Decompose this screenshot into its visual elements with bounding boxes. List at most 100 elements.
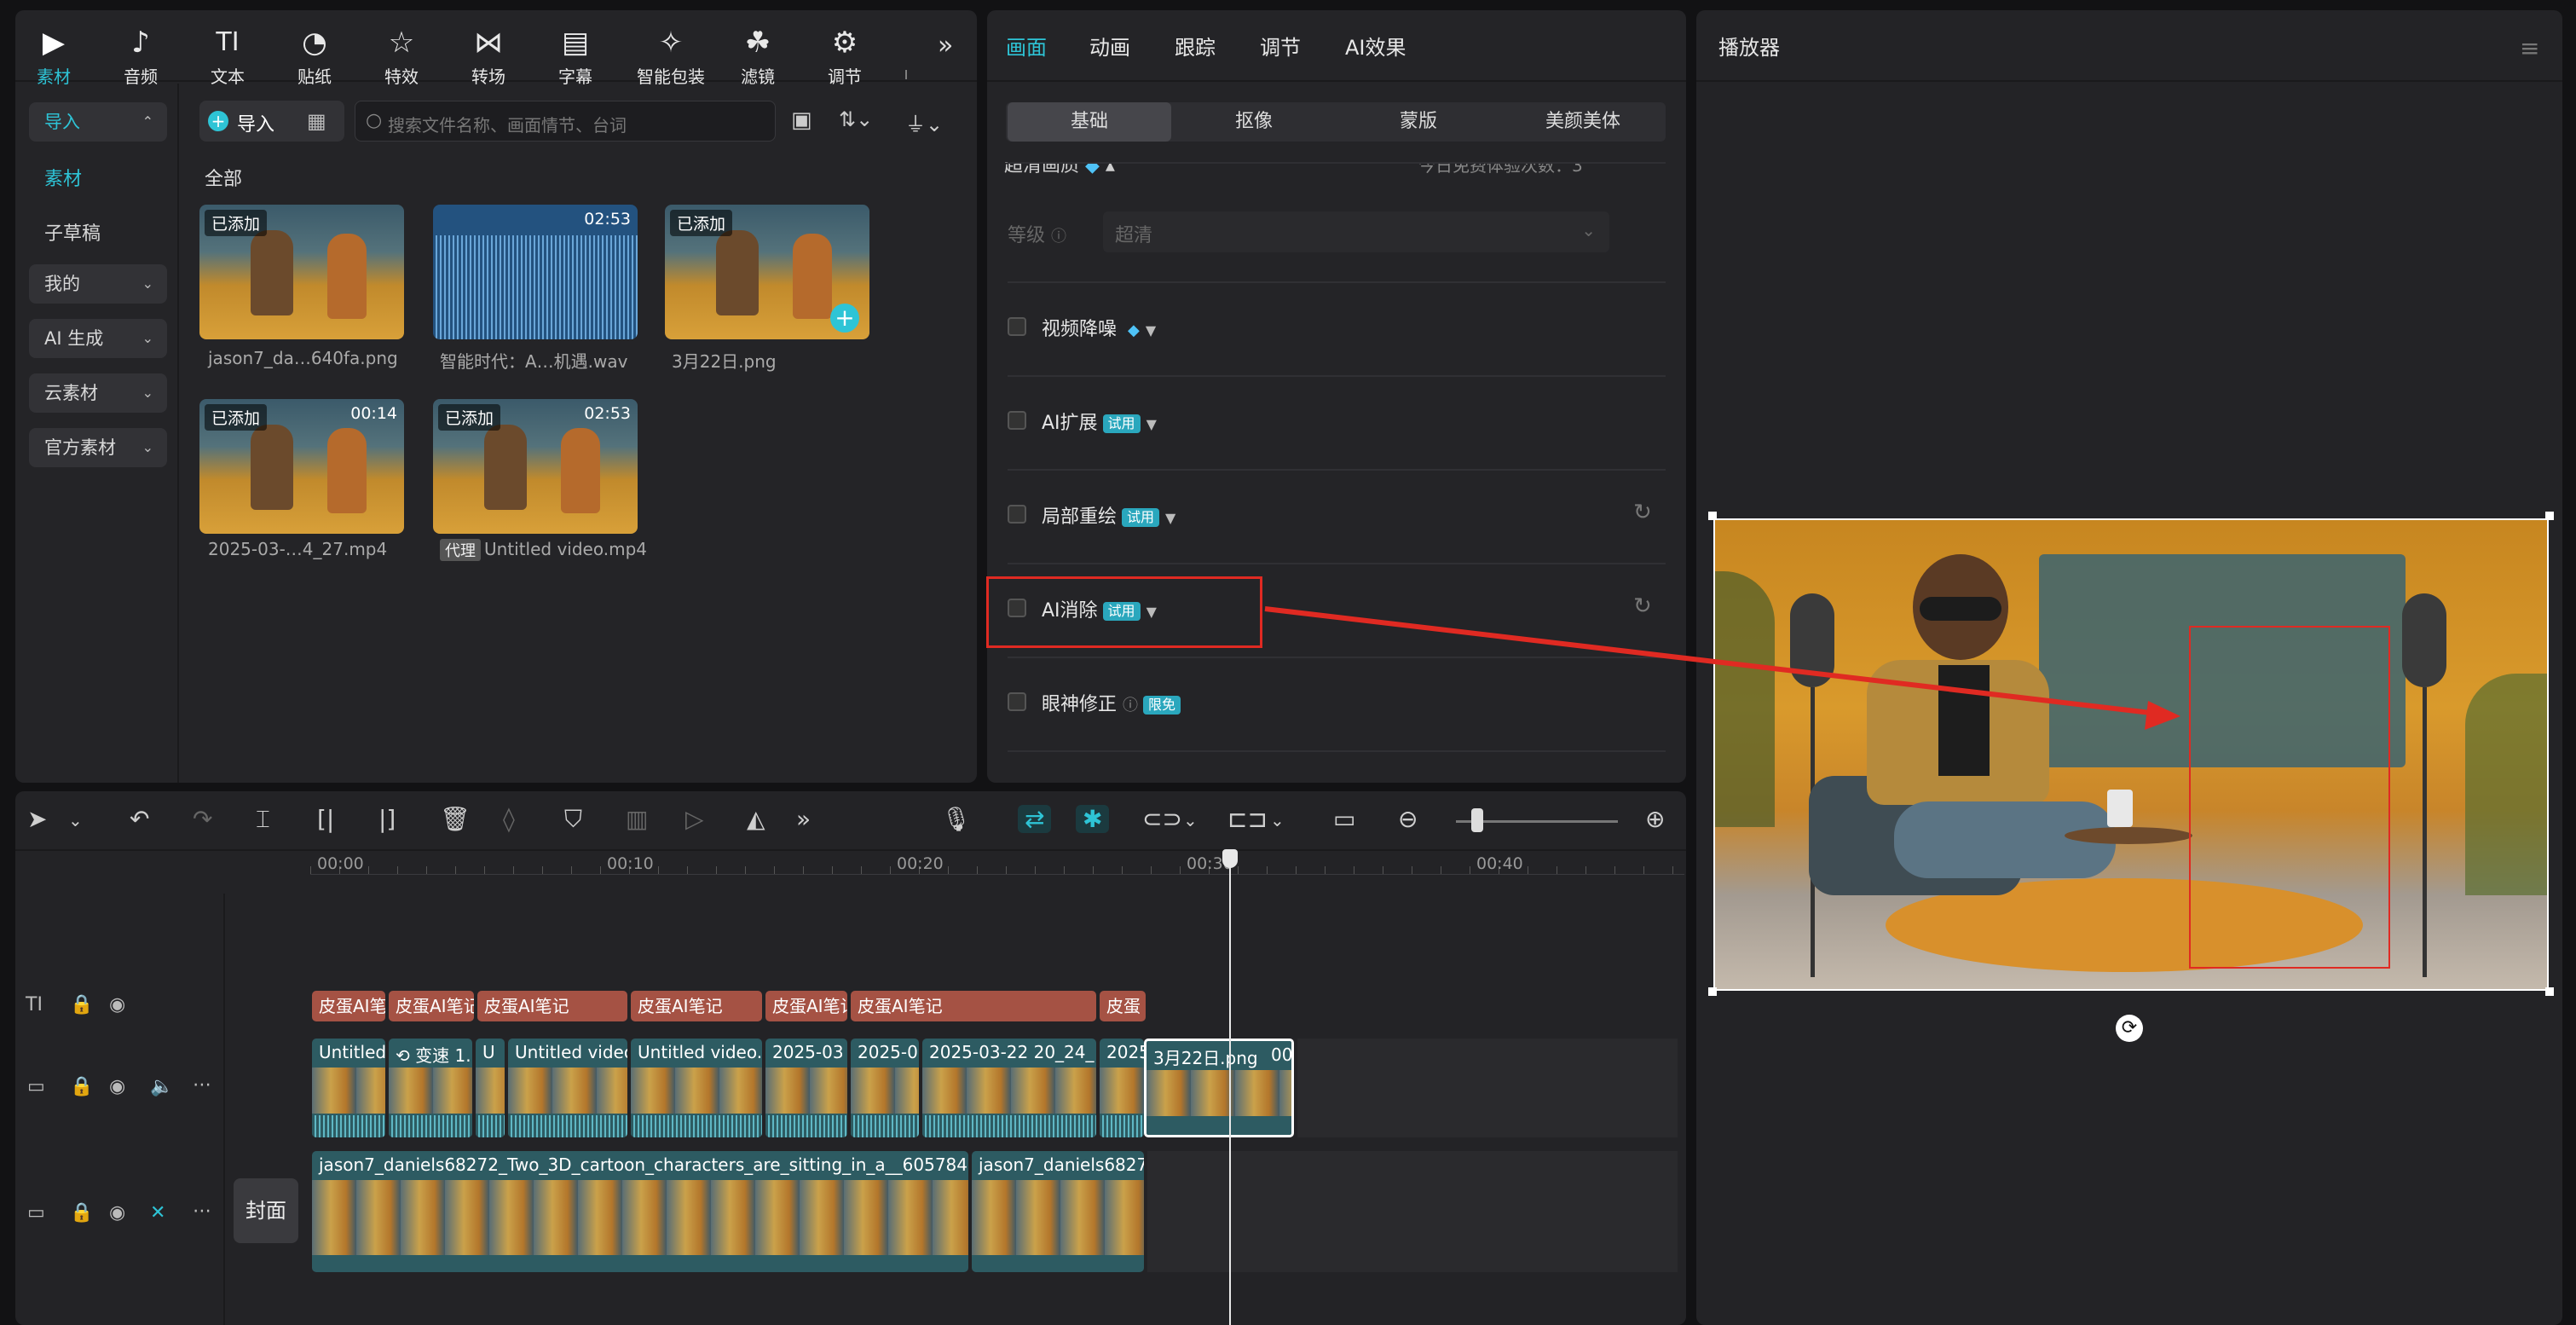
tab-transition[interactable]: ⋈ 转场	[450, 26, 527, 88]
inpaint-checkbox[interactable]	[1008, 505, 1026, 524]
link-icon[interactable]: ⊂⊃	[1142, 805, 1182, 833]
eye-icon[interactable]: ◉	[109, 1076, 125, 1097]
subtab-basic[interactable]: 基础	[1008, 102, 1171, 142]
text-clip[interactable]: 皮蛋AI笔记	[312, 991, 385, 1021]
tab-ai-effects[interactable]: AI效果	[1345, 31, 1406, 61]
snap-icon[interactable]: ✱	[1076, 805, 1110, 833]
import-button[interactable]: + 导入 ▦	[199, 101, 344, 142]
tab-animation[interactable]: 动画	[1089, 31, 1130, 61]
add-to-timeline-icon[interactable]: +	[830, 304, 859, 333]
text-clip[interactable]: 皮蛋	[1100, 991, 1146, 1021]
tab-smart-pack[interactable]: ✧ 智能包装	[624, 26, 718, 88]
play-icon[interactable]: ▷	[685, 805, 704, 833]
screenshot-icon[interactable]: ▭	[1333, 805, 1355, 833]
volume-icon[interactable]: 🔈	[150, 1076, 173, 1097]
crop-handle[interactable]	[1708, 512, 1717, 520]
select-pointer-icon[interactable]: ➤	[27, 805, 47, 833]
sort-icon[interactable]: ⇅⌄	[839, 107, 873, 131]
tab-adjust[interactable]: ⚙ 调节	[806, 26, 883, 88]
video-clip[interactable]: 2025	[1100, 1039, 1144, 1137]
tab-effects[interactable]: ☆ 特效	[363, 26, 440, 88]
video-clip[interactable]: 2025-03	[765, 1039, 847, 1137]
media-item[interactable]: 已添加 +	[665, 205, 869, 339]
tab-media[interactable]: ▶ 素材	[15, 26, 92, 88]
undo-icon[interactable]: ↶	[130, 805, 149, 833]
video-clip[interactable]: 2025-03-22 20_24_	[922, 1039, 1096, 1137]
tab-subtitle[interactable]: ▤ 字幕	[537, 26, 614, 88]
video-clip[interactable]: Untitled	[312, 1039, 385, 1137]
reset-icon[interactable]: ↻	[1633, 500, 1652, 525]
expand-toolbar-icon[interactable]: »	[938, 31, 953, 61]
text-clip[interactable]: 皮蛋AI笔记	[631, 991, 762, 1021]
search-input[interactable]: ○ 搜索文件名称、画面情节、台词	[355, 101, 776, 142]
mute-icon[interactable]: ✕	[150, 1202, 165, 1224]
trim-left-icon[interactable]: [|	[317, 805, 334, 833]
lock-icon[interactable]: 🔒	[70, 1202, 93, 1224]
view-grid-icon[interactable]: ▣	[791, 107, 812, 133]
nav-official[interactable]: 官方素材 ⌄	[29, 428, 167, 467]
tab-sticker[interactable]: ◔ 贴纸	[276, 26, 353, 88]
crop-handle[interactable]	[2545, 987, 2554, 996]
main-video-clip[interactable]: jason7_daniels68272	[972, 1151, 1144, 1272]
caret-down-icon[interactable]: ▼	[1146, 416, 1157, 432]
nav-subdraft[interactable]: 子草稿	[44, 218, 101, 246]
filter-icon[interactable]: ⏚⌄	[905, 107, 943, 137]
caret-down-icon[interactable]: ▼	[1146, 322, 1156, 338]
crop-handle[interactable]	[1708, 987, 1717, 996]
subtab-mask[interactable]: 蒙版	[1337, 102, 1500, 142]
chevron-down-icon[interactable]: ⌄	[1183, 810, 1198, 830]
more-tools-icon[interactable]: »	[796, 805, 811, 833]
lock-icon[interactable]: 🔒	[70, 994, 93, 1015]
tab-adjust[interactable]: 调节	[1260, 31, 1301, 61]
text-clip[interactable]: 皮蛋AI笔记	[477, 991, 627, 1021]
video-clip[interactable]: ⟲ 变速 1.	[389, 1039, 472, 1137]
tab-picture[interactable]: 画面	[1006, 31, 1047, 61]
tab-tracking[interactable]: 跟踪	[1175, 31, 1216, 61]
tab-more-partial[interactable]: ı	[893, 26, 919, 84]
video-clip[interactable]: Untitled video.m	[631, 1039, 762, 1137]
denoise-checkbox[interactable]	[1008, 317, 1026, 336]
playhead-handle[interactable]	[1222, 849, 1238, 868]
shield-icon[interactable]: ⛉	[564, 805, 582, 834]
playhead-line[interactable]	[1229, 859, 1231, 1325]
trim-right-icon[interactable]: |]	[378, 805, 396, 833]
tab-filter[interactable]: ☘ 滤镜	[719, 26, 796, 88]
zoom-in-icon[interactable]: ⊕	[1645, 805, 1665, 833]
level-select[interactable]: 超清 ⌄	[1103, 211, 1609, 252]
video-clip-selected[interactable]: 3月22日.png 00	[1144, 1039, 1294, 1137]
chevron-down-icon[interactable]: ⌄	[1270, 810, 1285, 830]
text-clip[interactable]: 皮蛋AI笔记	[765, 991, 847, 1021]
zoom-out-icon[interactable]: ⊖	[1398, 805, 1418, 833]
rotate-icon[interactable]: ⟳	[2116, 1015, 2143, 1042]
lock-icon[interactable]: 🔒	[70, 1076, 93, 1097]
text-clip[interactable]: 皮蛋AI笔记	[389, 991, 474, 1021]
microphone-icon[interactable]: 🎙	[941, 805, 972, 833]
more-options-icon[interactable]: ⋯	[193, 1201, 211, 1222]
freeze-icon[interactable]: ▥	[626, 805, 648, 833]
crop-handle[interactable]	[2545, 512, 2554, 520]
media-item-audio[interactable]: 02:53	[433, 205, 638, 339]
mirror-icon[interactable]: ◭	[747, 805, 765, 833]
qr-icon[interactable]: ▦	[307, 109, 326, 133]
eye-icon[interactable]: ◉	[109, 1202, 125, 1224]
more-options-icon[interactable]: ⋯	[193, 1074, 211, 1096]
cover-button[interactable]: 封面	[234, 1178, 298, 1243]
mark-icon[interactable]: ◊	[503, 805, 515, 833]
caret-down-icon[interactable]: ▼	[1165, 510, 1175, 526]
tab-audio[interactable]: ♪ 音频	[102, 26, 179, 88]
eye-fix-checkbox[interactable]	[1008, 692, 1026, 711]
nav-cloud[interactable]: 云素材 ⌄	[29, 373, 167, 413]
media-item[interactable]: 已添加 02:53	[433, 399, 638, 534]
split-icon[interactable]: ⌶	[256, 805, 270, 834]
text-clip[interactable]: 皮蛋AI笔记	[851, 991, 1096, 1021]
subtab-beauty[interactable]: 美颜美体	[1501, 102, 1665, 142]
delete-icon[interactable]: 🗑	[440, 805, 471, 833]
preview-axis-icon[interactable]: ⊏⊐	[1227, 805, 1268, 833]
video-clip[interactable]: 2025-0	[851, 1039, 919, 1137]
nav-import[interactable]: 导入 ⌃	[29, 102, 167, 142]
video-clip[interactable]: U	[476, 1039, 505, 1137]
ai-expand-checkbox[interactable]	[1008, 411, 1026, 430]
media-item[interactable]: 已添加	[199, 205, 404, 339]
subtab-cutout[interactable]: 抠像	[1172, 102, 1336, 142]
media-item[interactable]: 已添加 00:14	[199, 399, 404, 534]
